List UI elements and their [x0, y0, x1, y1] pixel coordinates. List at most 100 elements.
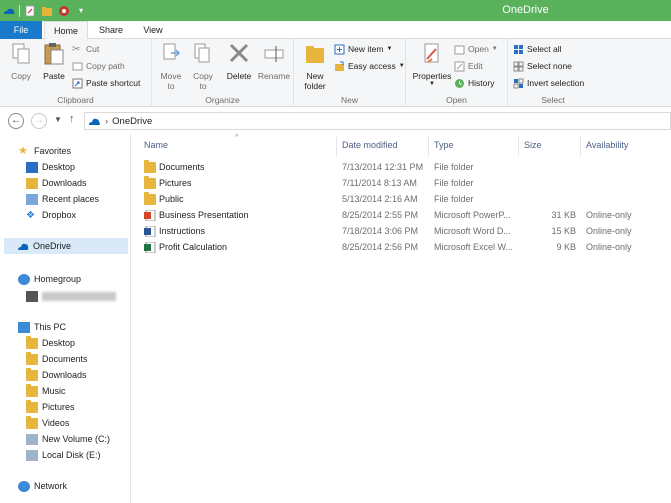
properties-button[interactable]: Properties ▼ — [410, 41, 454, 87]
drive-icon — [26, 433, 38, 445]
new-item-label: New item — [348, 44, 384, 54]
column-divider[interactable] — [518, 136, 519, 156]
folder-icon — [26, 367, 38, 381]
nav-pc-pictures[interactable]: Pictures — [26, 399, 75, 415]
forward-button[interactable]: → — [31, 113, 47, 129]
open-button[interactable]: Open ▼ — [454, 42, 498, 56]
back-button[interactable]: ← — [8, 113, 24, 129]
column-header-date[interactable]: Date modified — [342, 140, 398, 150]
history-label: History — [468, 78, 495, 88]
table-row[interactable]: Profit Calculation 8/25/2014 2:56 PM Mic… — [142, 240, 671, 256]
dropdown-arrow-icon: ▼ — [491, 46, 498, 52]
column-header-name[interactable]: Name — [144, 140, 168, 150]
nav-pc-documents[interactable]: Documents — [26, 351, 88, 367]
up-arrow-icon[interactable]: ↑ — [69, 113, 75, 125]
new-item-icon — [334, 44, 345, 54]
file-availability: Online-only — [586, 210, 632, 220]
file-type: Microsoft Excel W... — [434, 242, 514, 252]
invert-selection-icon — [513, 78, 524, 88]
easy-access-icon — [335, 61, 344, 71]
easy-access-button[interactable]: Easy access ▼ — [334, 59, 405, 73]
copy-to-label: Copy to — [193, 71, 213, 91]
edit-button[interactable]: Edit — [454, 59, 483, 73]
nav-favorites-label: Favorites — [34, 146, 72, 156]
nav-pc-videos[interactable]: Videos — [26, 415, 69, 431]
table-row[interactable]: Instructions 7/18/2014 3:06 PM Microsoft… — [142, 224, 671, 240]
nav-network[interactable]: Network — [18, 478, 67, 494]
copy-to-button[interactable]: Copy to — [188, 41, 218, 91]
nav-pc-local-disk[interactable]: Local Disk (E:) — [26, 447, 101, 463]
file-type: File folder — [434, 178, 474, 188]
file-date: 7/11/2014 8:13 AM — [342, 178, 417, 188]
column-divider[interactable] — [428, 136, 429, 156]
nav-item-label: Downloads — [42, 178, 87, 188]
nav-fav-downloads[interactable]: Downloads — [26, 175, 87, 191]
downloads-icon — [26, 177, 38, 189]
new-folder-button[interactable]: New folder — [298, 41, 332, 91]
nav-pc-new-volume[interactable]: New Volume (C:) — [26, 431, 110, 447]
nav-onedrive[interactable]: OneDrive — [4, 238, 128, 254]
desktop-icon — [26, 161, 38, 173]
nav-favorites[interactable]: ★ Favorites — [18, 143, 71, 159]
nav-pc-downloads[interactable]: Downloads — [26, 367, 87, 383]
table-row[interactable]: Public 5/13/2014 2:16 AM File folder — [142, 192, 671, 208]
tab-home[interactable]: Home — [44, 21, 88, 40]
file-availability: Online-only — [586, 242, 632, 252]
copy-path-label: Copy path — [86, 61, 125, 71]
select-all-label: Select all — [527, 44, 562, 54]
file-availability: Online-only — [586, 226, 632, 236]
new-item-button[interactable]: New item ▼ — [334, 42, 392, 56]
file-name: Profit Calculation — [159, 242, 228, 252]
tab-view[interactable]: View — [136, 21, 170, 39]
nav-fav-dropbox[interactable]: ❖ Dropbox — [26, 207, 76, 223]
paste-button[interactable]: Paste — [38, 41, 70, 81]
column-header-type[interactable]: Type — [434, 140, 454, 150]
tab-file[interactable]: File — [0, 21, 42, 39]
invert-selection-label: Invert selection — [527, 78, 585, 88]
breadcrumb-location[interactable]: OneDrive — [112, 116, 152, 127]
select-none-button[interactable]: Select none — [513, 59, 572, 73]
navigation-pane: ★ Favorites Desktop Downloads Recent pla… — [0, 134, 131, 503]
rename-label: Rename — [257, 71, 291, 81]
cut-button[interactable]: ✂ Cut — [72, 42, 99, 56]
column-header-size[interactable]: Size — [524, 140, 542, 150]
copy-button[interactable]: Copy — [6, 41, 36, 81]
table-row[interactable]: Documents 7/13/2014 12:31 PM File folder — [142, 160, 671, 176]
nav-fav-desktop[interactable]: Desktop — [26, 159, 75, 175]
column-divider[interactable] — [336, 136, 337, 156]
select-all-icon — [514, 44, 523, 54]
nav-pc-desktop[interactable]: Desktop — [26, 335, 75, 351]
rename-icon — [264, 46, 284, 62]
clipboard-group: Copy Paste ✂ Cut Copy path Paste shortcu… — [0, 39, 152, 107]
file-name: Business Presentation — [159, 210, 249, 220]
nav-fav-recent-places[interactable]: Recent places — [26, 191, 99, 207]
delete-label: Delete — [226, 71, 252, 81]
column-divider[interactable] — [580, 136, 581, 156]
copy-to-icon — [194, 43, 210, 63]
delete-button[interactable]: Delete — [224, 41, 254, 81]
network-icon — [18, 480, 30, 492]
history-button[interactable]: History — [454, 76, 494, 90]
tab-share[interactable]: Share — [92, 21, 130, 39]
paste-shortcut-button[interactable]: Paste shortcut — [72, 76, 140, 90]
table-row[interactable]: Business Presentation 8/25/2014 2:55 PM … — [142, 208, 671, 224]
excel-file-icon — [144, 242, 156, 253]
nav-pc-music[interactable]: Music — [26, 383, 66, 399]
nav-this-pc[interactable]: This PC — [18, 319, 66, 335]
file-size: 9 KB — [556, 242, 576, 252]
clipboard-icon — [44, 43, 64, 65]
rename-button[interactable]: Rename — [256, 41, 292, 81]
copy-path-button[interactable]: Copy path — [72, 59, 125, 73]
nav-homegroup-user[interactable] — [26, 288, 116, 304]
table-row[interactable]: Pictures 7/11/2014 8:13 AM File folder — [142, 176, 671, 192]
move-to-button[interactable]: Move to — [156, 41, 186, 91]
address-bar[interactable]: › OneDrive — [84, 112, 671, 130]
nav-homegroup[interactable]: Homegroup — [18, 271, 81, 287]
invert-selection-button[interactable]: Invert selection — [513, 76, 584, 90]
column-header-availability[interactable]: Availability — [586, 140, 628, 150]
file-date: 5/13/2014 2:16 AM — [342, 194, 418, 204]
recent-locations-icon[interactable]: ▼ — [54, 115, 62, 124]
clipboard-group-label: Clipboard — [57, 95, 94, 105]
select-all-button[interactable]: Select all — [513, 42, 562, 56]
move-to-icon — [163, 43, 181, 60]
